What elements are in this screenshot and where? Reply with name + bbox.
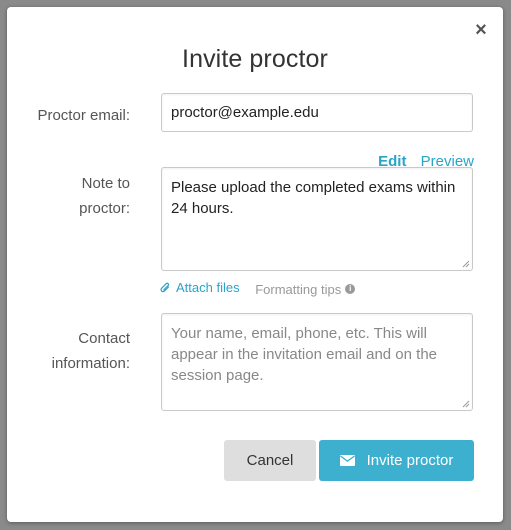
attach-files-link[interactable]: Attach files <box>160 280 240 295</box>
info-icon: i <box>345 284 356 294</box>
proctor-email-value: proctor@example.edu <box>171 104 319 121</box>
envelope-icon <box>339 455 355 466</box>
proctor-email-field[interactable]: proctor@example.edu <box>161 93 473 132</box>
resize-handle-icon[interactable] <box>462 260 470 268</box>
note-help-row: Attach files Formatting tips i <box>160 280 356 297</box>
close-icon[interactable]: × <box>472 20 490 40</box>
note-label-line2: proctor: <box>79 200 130 217</box>
invite-proctor-modal: × Invite proctor Proctor email: proctor@… <box>7 7 503 522</box>
contact-label-line2: information: <box>51 355 130 372</box>
note-label-line1: Note to <box>81 175 130 192</box>
formatting-tips-link[interactable]: Formatting tips i <box>255 281 356 297</box>
proctor-email-label: Proctor email: <box>37 107 130 124</box>
attach-files-label: Attach files <box>176 280 240 295</box>
contact-textarea[interactable]: Your name, email, phone, etc. This will … <box>161 313 473 411</box>
note-textarea[interactable]: Please upload the completed exams within… <box>161 167 473 271</box>
cancel-button[interactable]: Cancel <box>224 440 316 481</box>
contact-label: Contact information: <box>52 326 130 376</box>
invite-proctor-label: Invite proctor <box>366 452 454 469</box>
note-label: Note to proctor: <box>79 171 130 221</box>
contact-label-line1: Contact <box>78 330 130 347</box>
paperclip-icon <box>160 282 170 292</box>
resize-handle-icon[interactable] <box>462 400 470 408</box>
formatting-tips-label: Formatting tips <box>255 281 342 297</box>
contact-placeholder: Your name, email, phone, etc. This will … <box>171 325 438 384</box>
note-value: Please upload the completed exams within… <box>171 179 456 217</box>
invite-proctor-button[interactable]: Invite proctor <box>319 440 474 481</box>
modal-title: Invite proctor <box>182 45 328 73</box>
